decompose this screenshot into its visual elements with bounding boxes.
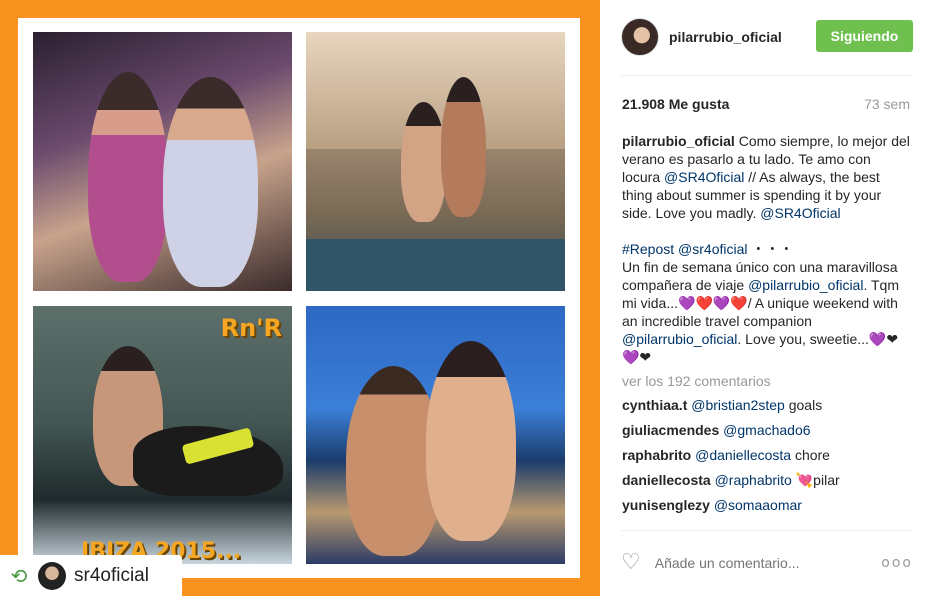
post-media[interactable]: Rn'R IBIZA 2015... ⟲ sr4oficial — [0, 0, 600, 596]
repost-badge[interactable]: ⟲ sr4oficial — [0, 555, 182, 596]
more-options-icon[interactable]: ooo — [881, 555, 913, 571]
comment-username[interactable]: cynthiaa.t — [622, 397, 687, 413]
photo-party-kiss — [33, 32, 292, 291]
hashtag-link[interactable]: #Repost — [622, 241, 674, 257]
caption-username[interactable]: pilarrubio_oficial — [622, 133, 735, 149]
comment-item: yunisenglezy @somaaomar — [622, 496, 912, 514]
avatar[interactable] — [621, 18, 659, 56]
post-sidebar: pilarrubio_oficial Siguiendo 21.908 Me g… — [600, 0, 933, 596]
mention-link[interactable]: @SR4Oficial — [664, 169, 744, 185]
comments-section[interactable]: pilarrubio_oficial Como siempre, lo mejo… — [622, 132, 912, 525]
mention-link[interactable]: @bristian2step — [691, 397, 785, 413]
photo-jetski: Rn'R IBIZA 2015... — [33, 306, 292, 564]
comment-item: cynthiaa.t @bristian2step goals — [622, 396, 912, 414]
likes-count[interactable]: 21.908 Me gusta — [622, 96, 729, 112]
post-header: pilarrubio_oficial Siguiendo — [621, 17, 913, 57]
comment-text: chore — [791, 447, 830, 463]
repost-dots: ・・・ — [747, 241, 794, 257]
header-divider — [621, 75, 913, 76]
following-button[interactable]: Siguiendo — [816, 20, 913, 52]
mention-link[interactable]: @pilarrubio_oficial — [622, 331, 737, 347]
view-all-comments[interactable]: ver los 192 comentarios — [622, 372, 912, 390]
post-time[interactable]: 73 sem — [864, 96, 910, 112]
header-username[interactable]: pilarrubio_oficial — [669, 29, 782, 45]
mention-link[interactable]: @somaaomar — [714, 497, 802, 513]
mention-link[interactable]: @SR4Oficial — [760, 205, 840, 221]
photo-beach-stairs — [306, 32, 565, 291]
likes-row: 21.908 Me gusta 73 sem — [622, 96, 910, 112]
footer-divider — [621, 530, 913, 531]
comment-item: giuliacmendes @gmachado6 — [622, 421, 912, 439]
caption: pilarrubio_oficial Como siempre, lo mejo… — [622, 132, 912, 366]
repost-avatar — [38, 561, 66, 590]
mention-link[interactable]: @raphabrito — [715, 472, 792, 488]
photo-boat — [306, 306, 565, 564]
mention-link[interactable]: @daniellecosta — [695, 447, 791, 463]
comment-item: daniellecosta @raphabrito 💘pilar — [622, 471, 912, 489]
photo-collage: Rn'R IBIZA 2015... — [18, 18, 580, 578]
comment-username[interactable]: daniellecosta — [622, 472, 711, 488]
heart-icon[interactable]: ♡ — [621, 552, 641, 574]
repost-username: sr4oficial — [74, 564, 149, 586]
mention-link[interactable]: @pilarrubio_oficial — [748, 277, 863, 293]
mention-link[interactable]: @gmachado6 — [723, 422, 810, 438]
repost-icon: ⟲ — [10, 563, 28, 588]
comment-username[interactable]: giuliacmendes — [622, 422, 719, 438]
comment-item: raphabrito @daniellecosta chore — [622, 446, 912, 464]
comment-footer: ♡ ooo — [621, 545, 913, 581]
mention-link[interactable]: @sr4oficial — [678, 241, 747, 257]
repost-caption: #Repost @sr4oficial ・・・ Un fin de semana… — [622, 240, 912, 366]
comment-text: 💘pilar — [791, 472, 840, 488]
comment-text: goals — [784, 397, 823, 413]
rnr-overlay: Rn'R — [220, 314, 282, 342]
comment-username[interactable]: yunisenglezy — [622, 497, 710, 513]
comment-username[interactable]: raphabrito — [622, 447, 691, 463]
add-comment-input[interactable] — [654, 555, 882, 571]
